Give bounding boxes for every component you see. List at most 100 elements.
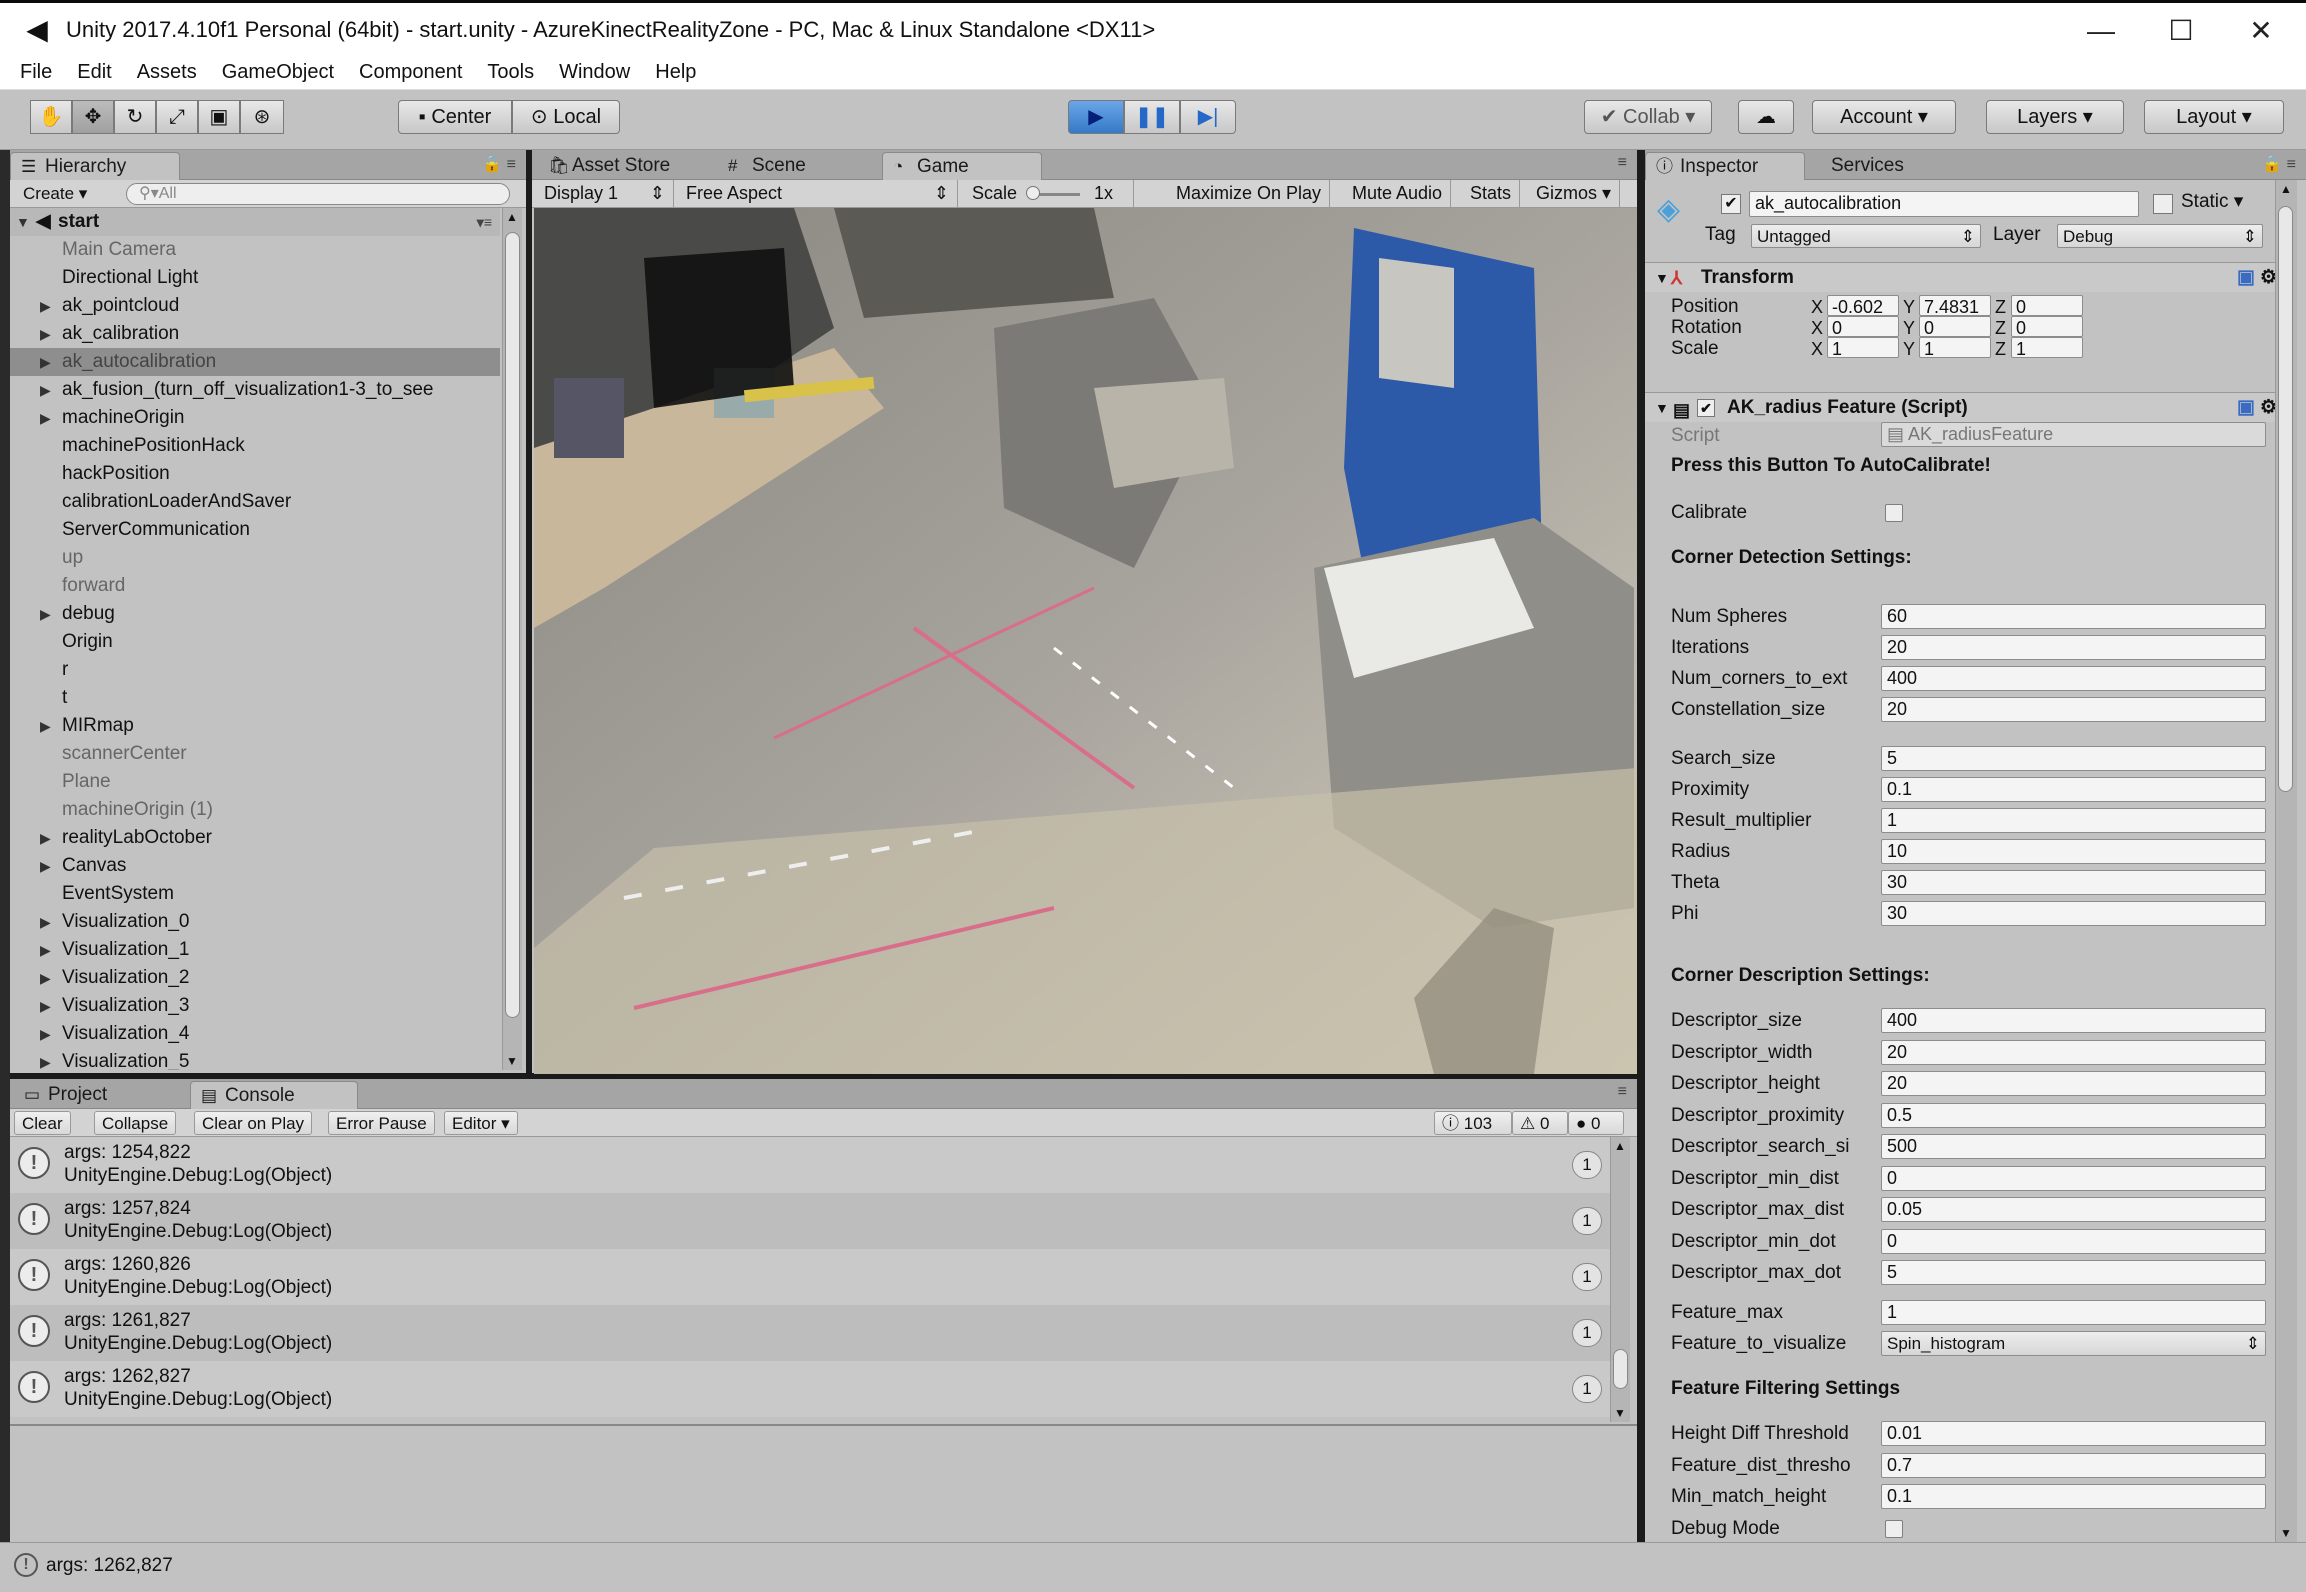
scroll-down-icon[interactable]: ▼ <box>2280 1526 2292 1540</box>
hierarchy-item[interactable]: ▶ ak_autocalibration <box>10 348 500 376</box>
z-value-field[interactable]: 1 <box>2011 337 2083 359</box>
expand-arrow-icon[interactable]: ▶ <box>40 908 51 936</box>
hierarchy-item[interactable]: calibrationLoaderAndSaver <box>10 488 500 516</box>
hierarchy-item[interactable]: up <box>10 544 500 572</box>
error-pause-button[interactable]: Error Pause <box>328 1111 435 1135</box>
expand-arrow-icon[interactable]: ▶ <box>40 1020 51 1048</box>
scale-tool-icon[interactable]: ⤢ <box>156 100 198 134</box>
expand-arrow-icon[interactable]: ▶ <box>40 824 51 852</box>
hierarchy-item[interactable]: ▶ Visualization_1 <box>10 936 500 964</box>
game-viewport[interactable] <box>534 208 1637 1074</box>
tab-project[interactable]: ▭ Project <box>14 1081 184 1109</box>
script-reference-field[interactable]: ▤ AK_radiusFeature <box>1881 422 2266 447</box>
corner-description-setting-field[interactable]: 20 <box>1881 1071 2266 1096</box>
collapse-arrow-icon[interactable]: ▼ <box>1655 263 1669 293</box>
tab-inspector[interactable]: ⓘ Inspector <box>1645 152 1805 180</box>
corner-description-setting-field[interactable]: 0 <box>1881 1228 2266 1254</box>
hierarchy-item[interactable]: ▶ MIRmap <box>10 712 500 740</box>
hierarchy-item[interactable]: t <box>10 684 500 712</box>
panel-menu-icon[interactable]: 🔒 ≡ <box>2262 154 2296 174</box>
scale-slider[interactable]: Scale 1x <box>964 180 1134 208</box>
hierarchy-item[interactable]: Main Camera <box>10 236 500 264</box>
account-dropdown[interactable]: Account ▾ <box>1812 100 1956 134</box>
corner-description-setting-field[interactable]: 500 <box>1881 1134 2266 1159</box>
expand-arrow-icon[interactable]: ▶ <box>40 1048 51 1070</box>
expand-arrow-icon[interactable]: ▶ <box>40 712 51 740</box>
rect-tool-icon[interactable]: ▣ <box>198 100 240 134</box>
hierarchy-item[interactable]: Origin <box>10 628 500 656</box>
pivot-center-button[interactable]: ▪ Center <box>398 100 512 134</box>
inspector-scroll-thumb[interactable] <box>2278 206 2293 792</box>
script-component-header[interactable]: ▼ ▤ ✔ AK_radius Feature (Script) ▣ ⚙ <box>1645 392 2285 422</box>
cloud-icon[interactable]: ☁ <box>1738 100 1794 134</box>
scroll-up-icon[interactable]: ▲ <box>1614 1139 1626 1153</box>
hierarchy-item[interactable]: EventSystem <box>10 880 500 908</box>
layer-dropdown[interactable]: Debug ⇕ <box>2057 224 2263 248</box>
feature-to-visualize-dropdown[interactable]: Spin_histogram ⇕ <box>1881 1331 2266 1356</box>
expand-arrow-icon[interactable]: ▶ <box>40 292 51 320</box>
x-value-field[interactable]: -0.602 <box>1827 295 1899 317</box>
corner-description-setting-field[interactable]: 0 <box>1881 1165 2266 1191</box>
pivot-local-button[interactable]: ⊙ Local <box>512 100 620 134</box>
hierarchy-item[interactable]: Plane <box>10 768 500 796</box>
transform-header[interactable]: ▼ ⅄ Transform ▣ ⚙ <box>1645 262 2285 292</box>
console-scroll-thumb[interactable] <box>1613 1349 1628 1389</box>
corner-description-setting-field[interactable]: 0.5 <box>1881 1102 2266 1128</box>
console-detail-pane[interactable] <box>10 1424 1637 1542</box>
active-checkbox[interactable]: ✔ <box>1721 194 1741 214</box>
stats-toggle[interactable]: Stats <box>1462 180 1521 208</box>
menu-tools[interactable]: Tools <box>487 61 534 84</box>
hierarchy-item[interactable]: ▶ debug <box>10 600 500 628</box>
warning-count-toggle[interactable]: ⚠ 0 <box>1512 1111 1568 1135</box>
transform-tool-icon[interactable]: ⊛ <box>240 100 284 134</box>
hierarchy-item[interactable]: r <box>10 656 500 684</box>
z-value-field[interactable]: 0 <box>2011 316 2083 338</box>
hierarchy-item[interactable]: ▶ Visualization_3 <box>10 992 500 1020</box>
tab-game[interactable]: ◔ Game <box>882 152 1042 180</box>
menu-file[interactable]: File <box>20 61 52 84</box>
panel-menu-icon[interactable]: 🔒 ≡ <box>482 154 516 174</box>
collapse-button[interactable]: Collapse <box>94 1111 177 1135</box>
editor-dropdown[interactable]: Editor ▾ <box>444 1111 518 1135</box>
collapse-arrow-icon[interactable]: ▼ <box>16 208 30 236</box>
hierarchy-item[interactable]: Directional Light <box>10 264 500 292</box>
tab-asset-store[interactable]: 🛍 Asset Store <box>538 152 698 180</box>
hierarchy-item[interactable]: ▶ realityLabOctober <box>10 824 500 852</box>
hierarchy-item[interactable]: ServerCommunication <box>10 516 500 544</box>
hierarchy-item[interactable]: ▶ Canvas <box>10 852 500 880</box>
expand-arrow-icon[interactable]: ▶ <box>40 964 51 992</box>
hierarchy-item[interactable]: hackPosition <box>10 460 500 488</box>
tag-dropdown[interactable]: Untagged ⇕ <box>1751 224 1981 248</box>
scroll-down-icon[interactable]: ▼ <box>1614 1406 1626 1420</box>
corner-detection-setting-field[interactable]: 0.1 <box>1881 777 2266 802</box>
y-value-field[interactable]: 7.4831 <box>1919 295 1991 317</box>
corner-detection-setting-field[interactable]: 30 <box>1881 870 2266 895</box>
rotate-tool-icon[interactable]: ↻ <box>114 100 156 134</box>
x-value-field[interactable]: 1 <box>1827 337 1899 359</box>
tab-hierarchy[interactable]: ☰ Hierarchy <box>10 152 180 180</box>
scroll-up-icon[interactable]: ▲ <box>506 210 518 224</box>
console-log-entry[interactable]: ! args: 1257,824 UnityEngine.Debug:Log(Obj… <box>10 1193 1620 1249</box>
panel-menu-icon[interactable]: ≡ <box>1618 1083 1627 1101</box>
hierarchy-item[interactable]: ▶ ak_fusion_(turn_off_visualization1-3_to… <box>10 376 500 404</box>
scale-knob[interactable] <box>1026 186 1040 200</box>
menu-assets[interactable]: Assets <box>137 61 197 84</box>
move-tool-icon[interactable]: ✥ <box>72 100 114 134</box>
collapse-arrow-icon[interactable]: ▼ <box>1655 393 1669 423</box>
corner-detection-setting-field[interactable]: 60 <box>1881 604 2266 629</box>
y-value-field[interactable]: 1 <box>1919 337 1991 359</box>
display-dropdown[interactable]: Display 1 ⇕ <box>536 180 674 208</box>
clear-on-play-button[interactable]: Clear on Play <box>194 1111 313 1135</box>
hierarchy-item[interactable]: ▶ machineOrigin <box>10 404 500 432</box>
step-button[interactable]: ▶| <box>1180 100 1236 134</box>
corner-description-setting-field[interactable]: 400 <box>1881 1008 2266 1033</box>
pause-button[interactable]: ❚❚ <box>1124 100 1180 134</box>
hierarchy-item[interactable]: ▶ Visualization_2 <box>10 964 500 992</box>
hierarchy-item[interactable]: machinePositionHack <box>10 432 500 460</box>
scene-menu-icon[interactable]: ▾≡ <box>477 208 492 236</box>
console-log-entry[interactable]: ! args: 1261,827 UnityEngine.Debug:Log(Obj… <box>10 1305 1620 1361</box>
help-book-icon[interactable]: ▣ <box>2237 263 2255 293</box>
play-button[interactable]: ▶ <box>1068 100 1124 134</box>
x-value-field[interactable]: 0 <box>1827 316 1899 338</box>
corner-description-setting-field[interactable]: 5 <box>1881 1260 2266 1285</box>
